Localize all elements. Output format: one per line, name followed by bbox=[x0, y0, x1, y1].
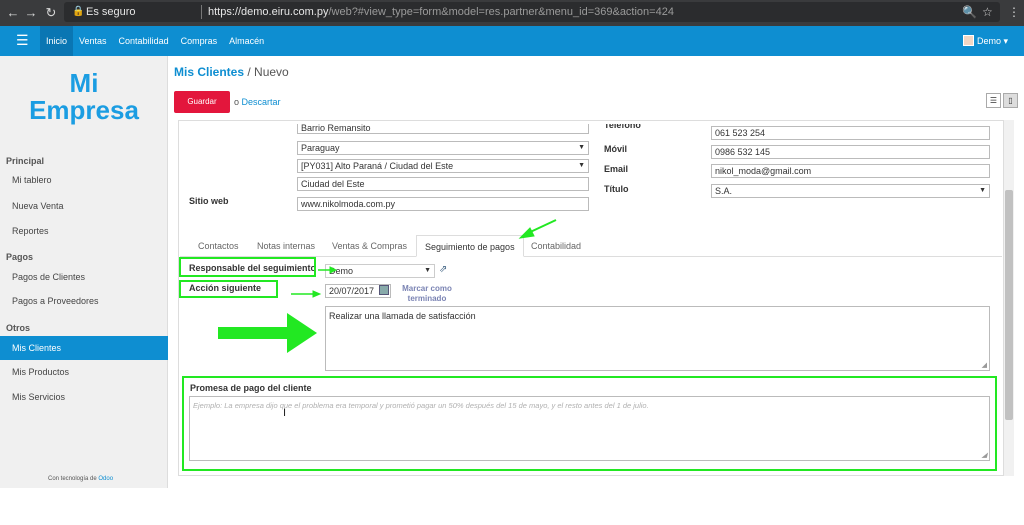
big-arrow-to-textarea bbox=[218, 313, 317, 353]
arrow-to-date bbox=[291, 290, 322, 298]
arrow-to-tab bbox=[518, 219, 557, 239]
page-bottom bbox=[0, 488, 1024, 525]
annotation-arrows bbox=[218, 219, 557, 353]
arrow-to-responsible bbox=[318, 266, 338, 274]
